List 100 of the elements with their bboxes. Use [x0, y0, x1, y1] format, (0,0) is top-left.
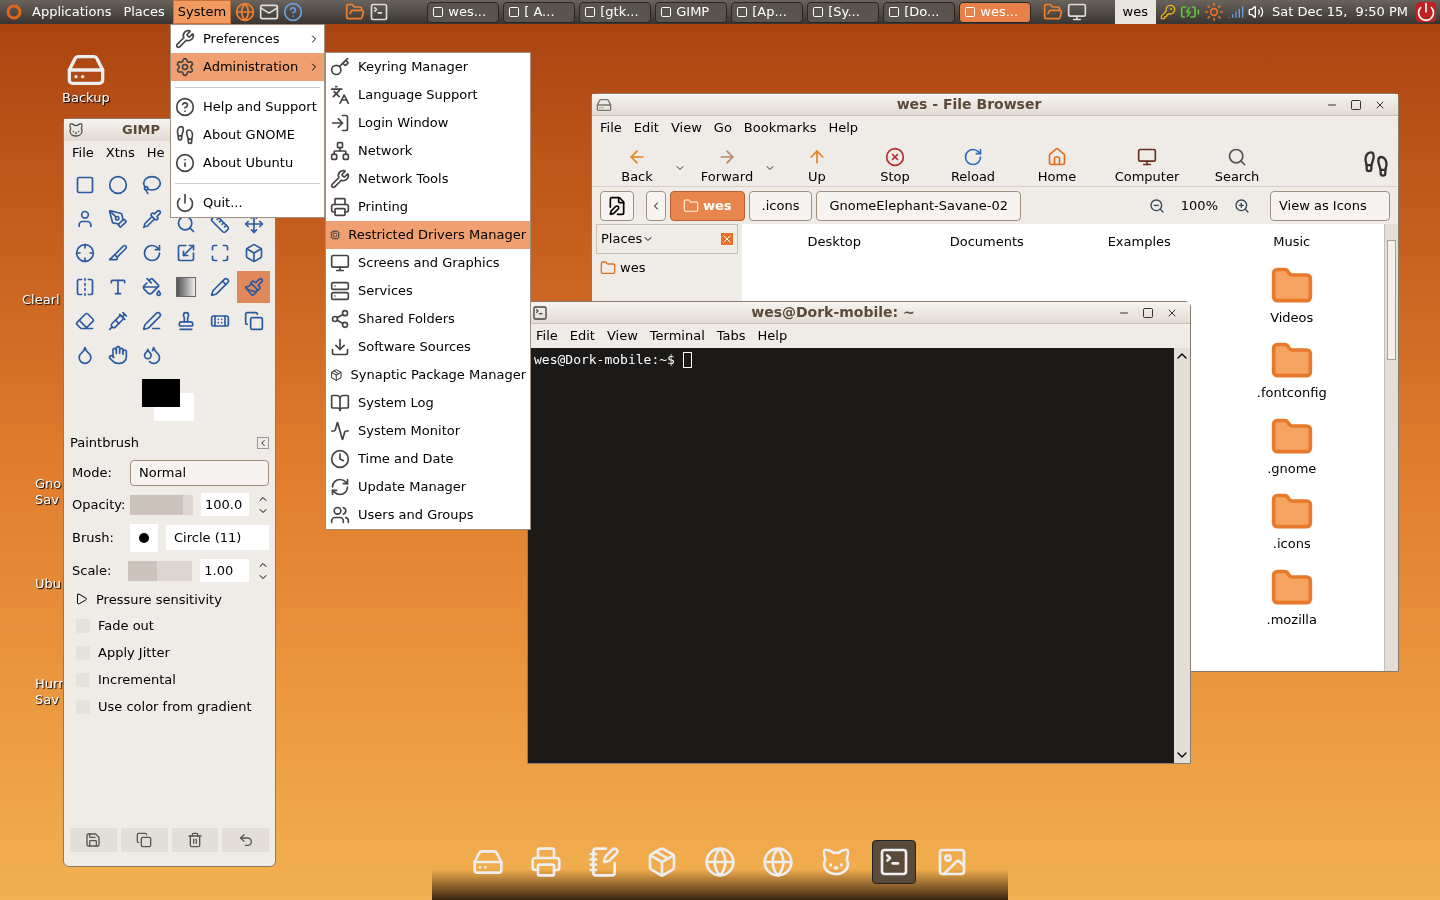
menu-item[interactable]: System Log	[326, 389, 530, 417]
toolbar-button[interactable]: Forward	[690, 146, 764, 186]
menu-item[interactable]: About Ubuntu	[171, 149, 324, 177]
toolbar-button[interactable]: Up	[780, 146, 854, 186]
file-name[interactable]: Music	[1273, 232, 1311, 252]
menu-item[interactable]: Language Support	[326, 81, 530, 109]
zoom-in-icon[interactable]	[1234, 197, 1250, 214]
terminal-screen[interactable]: wes@Dork-mobile:~$	[528, 348, 1174, 763]
menu-item[interactable]: Go	[709, 118, 736, 138]
zoom-out-icon[interactable]	[1148, 197, 1165, 214]
menu-item[interactable]: Screens and Graphics	[326, 249, 530, 277]
menu-item[interactable]: Services	[326, 277, 530, 305]
menu-item[interactable]: View	[602, 326, 642, 346]
help-icon[interactable]	[283, 2, 304, 22]
task-button[interactable]: [Ap...	[731, 1, 804, 23]
toolbar-button[interactable]: Computer	[1104, 146, 1190, 186]
menu-item[interactable]: Synaptic Package Manager	[326, 361, 530, 389]
desktop-icon-label[interactable]: Clearl	[22, 292, 60, 308]
menu-item[interactable]: Tabs	[712, 326, 750, 346]
file-name[interactable]: .fontconfig	[1256, 383, 1327, 403]
task-button[interactable]: GIMP	[655, 1, 728, 23]
maximize-icon[interactable]	[1142, 306, 1154, 319]
file-name[interactable]: Videos	[1270, 307, 1314, 327]
tool-options-button[interactable]	[70, 828, 117, 852]
spin-value[interactable]: 100.0	[200, 492, 249, 517]
screen-icon[interactable]	[1067, 2, 1088, 22]
globe-icon[interactable]	[235, 2, 256, 22]
spin-value[interactable]: 1.00	[200, 558, 249, 583]
task-button[interactable]: [ A...	[503, 1, 576, 23]
panel-menu[interactable]: Applications	[28, 0, 116, 24]
task-button[interactable]: [gtk...	[579, 1, 652, 23]
menu-item[interactable]: Users and Groups	[326, 501, 530, 529]
menu-item[interactable]: Software Sources	[326, 333, 530, 361]
toolbar-button[interactable]: Home	[1014, 146, 1100, 186]
menu-item[interactable]: File	[596, 118, 626, 138]
menu-item[interactable]: Update Manager	[326, 473, 530, 501]
menu-item[interactable]: Edit	[565, 326, 599, 346]
place-item[interactable]: wes	[596, 258, 738, 278]
tool-options-button[interactable]	[171, 828, 219, 852]
file-name[interactable]: .icons	[1272, 534, 1311, 554]
menu-item[interactable]: File	[68, 143, 98, 163]
tool-options-button[interactable]	[222, 828, 269, 852]
key-icon[interactable]	[1159, 4, 1176, 20]
side-pane-title[interactable]: Places	[601, 229, 655, 249]
menu-item[interactable]: Printing	[326, 193, 530, 221]
menu-item[interactable]: Help	[824, 118, 863, 138]
desktop-icon-label[interactable]: Backup	[62, 90, 110, 106]
menu-item[interactable]: Help and Support	[171, 93, 324, 121]
pressure-expander[interactable]: Pressure sensitivity	[70, 589, 269, 609]
volume-icon[interactable]	[1247, 4, 1264, 20]
power-icon[interactable]	[1416, 2, 1436, 22]
clock[interactable]: Sat Dec 15, 9:50 PM	[1267, 2, 1412, 22]
task-button[interactable]: [Do...	[883, 1, 956, 23]
maximize-icon[interactable]	[1350, 98, 1362, 111]
menu-item[interactable]: System Monitor	[326, 417, 530, 445]
folder-icon[interactable]	[1043, 2, 1064, 22]
slider-track[interactable]	[128, 560, 193, 581]
file-name[interactable]: .mozilla	[1266, 609, 1317, 629]
menu-item[interactable]: Help	[753, 326, 792, 346]
scrollbar[interactable]	[1174, 348, 1190, 763]
tool-options-button[interactable]	[120, 828, 168, 852]
menu-item[interactable]: Keyring Manager	[326, 53, 530, 81]
menu-item[interactable]: Restricted Drivers Manager	[326, 221, 530, 249]
terminal-icon[interactable]	[369, 2, 390, 22]
menu-item[interactable]: Quit...	[171, 189, 324, 217]
menu-item[interactable]: Preferences	[171, 25, 324, 53]
file-name[interactable]: Desktop	[807, 232, 862, 252]
file-name[interactable]: Documents	[949, 232, 1024, 252]
menu-item[interactable]: Time and Date	[326, 445, 530, 473]
toolbar-button[interactable]: Back	[600, 146, 674, 186]
toolbar-button[interactable]: Reload	[936, 146, 1010, 186]
menu-item[interactable]: Network Tools	[326, 165, 530, 193]
file-name[interactable]: Examples	[1107, 232, 1171, 252]
path-button[interactable]: GnomeElephant-Savane-02	[816, 190, 1022, 221]
panel-menu[interactable]: System	[172, 0, 232, 24]
sun-icon[interactable]	[1203, 2, 1224, 22]
task-button[interactable]: wes...	[427, 1, 500, 23]
color-swatches-drawing[interactable]	[142, 379, 194, 421]
menu-item[interactable]: About GNOME	[171, 121, 324, 149]
logo-icon[interactable]	[4, 2, 24, 22]
menu-item[interactable]: Administration	[171, 53, 324, 81]
task-button[interactable]: [Sy...	[807, 1, 880, 23]
toolbar-button[interactable]: Stop	[858, 146, 932, 186]
menu-item[interactable]: File	[532, 326, 562, 346]
menu-item[interactable]: Edit	[629, 118, 663, 138]
mail-icon[interactable]	[259, 2, 280, 22]
edit-location-button[interactable]	[600, 190, 634, 221]
path-button[interactable]: .icons	[748, 190, 813, 221]
menu-item[interactable]: Xtns	[101, 143, 139, 163]
menu-item[interactable]: Bookmarks	[739, 118, 821, 138]
menu-item[interactable]: Shared Folders	[326, 305, 530, 333]
path-scroll-button[interactable]	[646, 190, 666, 221]
scrollbar[interactable]	[1384, 224, 1398, 671]
mode-dropdown[interactable]: Normal	[130, 459, 269, 486]
brush-preview[interactable]	[130, 523, 158, 552]
file-name[interactable]: .gnome	[1267, 458, 1317, 478]
user-name[interactable]: wes	[1114, 0, 1156, 24]
toolbar-button[interactable]: Search	[1194, 146, 1280, 186]
panel-menu[interactable]: Places	[119, 0, 169, 24]
menu-item[interactable]: He	[142, 143, 169, 163]
